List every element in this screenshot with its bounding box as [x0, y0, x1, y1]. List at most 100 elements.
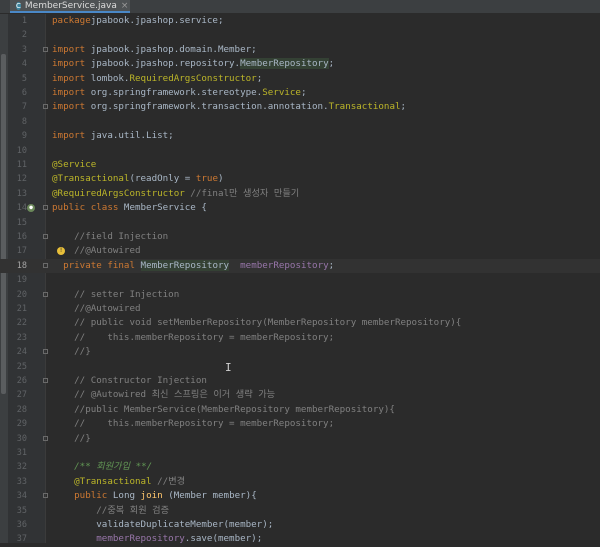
code-text: @RequiredArgsConstructor //final만 생성자 만들… — [52, 187, 299, 201]
code-line[interactable]: 6 import org.springframework.stereotype.S… — [0, 86, 600, 100]
code-line[interactable]: 18 private final MemberRepository member… — [0, 258, 600, 274]
code-line[interactable]: 7 import org.springframework.transaction.… — [0, 100, 600, 114]
code-line[interactable]: 17! //@Autowired — [0, 244, 600, 258]
code-line[interactable]: 12 @Transactional(readOnly = true) — [0, 172, 600, 186]
code-token: // Constructor Injection — [52, 375, 207, 386]
code-text: // setter Injection — [52, 288, 179, 302]
code-line[interactable]: 24 //} — [0, 345, 600, 359]
code-line[interactable]: 30 //} — [0, 432, 600, 446]
line-number: 2 — [21, 30, 27, 41]
code-line[interactable]: 21 //@Autowired — [0, 302, 600, 316]
code-line[interactable]: 1 packagejpabook.jpashop.service; — [0, 14, 600, 28]
code-line[interactable]: 20 // setter Injection — [0, 288, 600, 302]
code-line[interactable]: 5 import lombok.RequiredArgsConstructor; — [0, 72, 600, 86]
tab-member-service[interactable]: C MemberService.java × — [10, 0, 130, 13]
code-line[interactable]: 37 memberRepository.save(member); — [0, 532, 600, 546]
code-line[interactable]: 11 @Service — [0, 158, 600, 172]
line-number: 37 — [16, 534, 27, 545]
code-text: // this.memberRepository = memberReposit… — [52, 331, 334, 345]
code-line[interactable]: 10 — [0, 144, 600, 158]
code-token: org.springframework.transaction.annotati… — [85, 101, 329, 113]
code-token: @RequiredArgsConstructor — [52, 187, 185, 199]
code-line[interactable]: 22 // public void setMemberRepository(Me… — [0, 316, 600, 330]
code-line[interactable]: 8 — [0, 115, 600, 129]
code-line[interactable]: 16 //field Injection — [0, 230, 600, 244]
fold-icon[interactable] — [43, 291, 48, 297]
code-line[interactable]: 9 import java.util.List; — [0, 129, 600, 143]
fold-icon[interactable] — [43, 46, 48, 52]
fold-icon[interactable] — [43, 493, 48, 499]
line-number: 1 — [21, 16, 27, 26]
line-number: 34 — [16, 491, 27, 502]
code-token: (readOnly = — [129, 173, 196, 185]
code-token: private final — [63, 259, 135, 271]
code-line[interactable]: 34 public Long join (Member member){ — [0, 489, 600, 503]
code-line[interactable]: 31 — [0, 446, 600, 460]
text-cursor-icon: I — [225, 361, 232, 374]
code-line[interactable]: 29 // this.memberRepository = memberRepo… — [0, 417, 600, 431]
fold-icon[interactable] — [43, 234, 48, 239]
line-number: 14 — [16, 203, 27, 214]
fold-icon[interactable] — [43, 104, 48, 110]
code-line[interactable]: 33 @Transactional //변경 — [0, 475, 600, 489]
code-token: public — [74, 490, 108, 502]
code-text: import java.util.List; — [52, 129, 174, 143]
code-token: /** 회원가입 **/ — [52, 461, 153, 473]
code-token: Long — [107, 490, 141, 502]
line-number: 26 — [16, 376, 27, 386]
code-line[interactable]: 36 validateDuplicateMember(member); — [0, 518, 600, 532]
line-number: 12 — [16, 174, 27, 185]
code-token: public class — [52, 202, 119, 214]
close-icon[interactable]: × — [121, 1, 129, 11]
code-line[interactable]: 25 — [0, 360, 600, 374]
code-token: package — [52, 15, 91, 26]
code-text: import org.springframework.stereotype.Se… — [52, 86, 307, 100]
line-number: 15 — [16, 217, 27, 228]
code-token: ) — [217, 173, 224, 185]
line-number: 22 — [16, 318, 27, 329]
code-line[interactable]: 2 — [0, 28, 600, 42]
line-number: 23 — [16, 332, 27, 343]
code-text: //} — [52, 345, 91, 359]
fold-icon[interactable] — [43, 435, 48, 441]
fold-icon[interactable] — [43, 378, 48, 383]
code-line[interactable]: 23 // this.memberRepository = memberRepo… — [0, 331, 600, 345]
code-line[interactable]: 32 /** 회원가입 **/ — [0, 460, 600, 474]
line-number: 24 — [16, 347, 27, 358]
code-line[interactable]: 4 import jpabook.jpashop.repository.Membe… — [0, 57, 600, 71]
editor-tab-bar: C MemberService.java × — [0, 0, 600, 14]
code-token: jpabook.jpashop.domain.Member; — [85, 43, 257, 55]
spring-bean-icon[interactable]: ● — [27, 204, 35, 213]
line-number: 35 — [16, 505, 27, 516]
code-token: ; — [328, 259, 335, 271]
line-number: 30 — [16, 433, 27, 444]
code-line[interactable]: 26 // Constructor Injection — [0, 374, 600, 388]
line-number: 6 — [21, 88, 27, 98]
code-token: // this.memberRepository = memberReposit… — [52, 331, 335, 343]
fold-icon[interactable] — [43, 349, 48, 355]
code-line[interactable]: 13 @RequiredArgsConstructor //final만 생성자 … — [0, 187, 600, 201]
code-token: org.springframework.stereotype. — [85, 87, 263, 98]
code-token: //final만 생성자 만들기 — [184, 187, 300, 199]
code-token: import — [52, 72, 86, 84]
fold-icon[interactable] — [43, 205, 48, 211]
code-token: //} — [52, 346, 91, 358]
code-token: join — [140, 490, 163, 502]
line-number: 21 — [16, 304, 27, 314]
code-line[interactable]: 3 import jpabook.jpashop.domain.Member; — [0, 43, 600, 57]
code-line[interactable]: 28 //public MemberService(MemberReposito… — [0, 403, 600, 417]
fold-icon[interactable] — [43, 262, 48, 268]
code-line[interactable]: 14 ● public class MemberService { — [0, 201, 600, 215]
code-token: // @Autowired 최신 스프링은 이거 생략 가능 — [52, 389, 276, 401]
code-line[interactable]: 15 — [0, 216, 600, 230]
code-line[interactable]: 27 // @Autowired 최신 스프링은 이거 생략 가능 — [0, 388, 600, 402]
code-line[interactable]: 35 //중복 회원 검증 — [0, 504, 600, 518]
code-token: // this.memberRepository = memberReposit… — [52, 418, 335, 430]
code-editor[interactable]: 1 packagejpabook.jpashop.service; 2 3 import… — [0, 14, 600, 546]
code-token: //중복 회원 검증 — [52, 504, 170, 516]
code-text: public Long join (Member member){ — [52, 489, 257, 503]
line-number: 33 — [16, 476, 27, 487]
code-token: RequiredArgsConstructor — [129, 72, 257, 84]
code-line[interactable]: 19 — [0, 273, 600, 287]
